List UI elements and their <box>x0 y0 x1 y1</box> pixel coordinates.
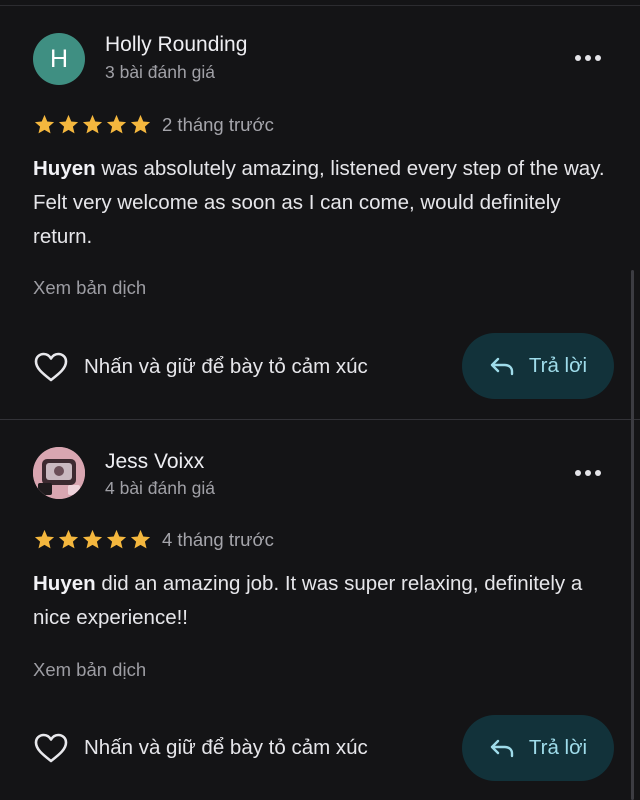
top-divider <box>0 5 640 6</box>
star-rating <box>33 528 152 552</box>
reply-arrow-icon <box>490 357 514 376</box>
review-time: 4 tháng trước <box>162 529 274 550</box>
avatar-letter: H <box>49 44 69 73</box>
reply-label: Trả lời <box>528 354 588 377</box>
react-button[interactable]: Nhấn và giữ để bày tỏ cảm xúc <box>34 347 368 387</box>
react-button[interactable]: Nhấn và giữ để bày tỏ cảm xúc <box>34 728 368 768</box>
translate-link[interactable]: Xem bản dịch <box>33 659 146 681</box>
business-name: Huyen <box>33 157 96 180</box>
review-time: 2 tháng trước <box>162 114 274 135</box>
react-label: Nhấn và giữ để bày tỏ cảm xúc <box>84 736 368 759</box>
star-icon <box>106 114 127 134</box>
more-options-icon[interactable] <box>568 458 608 488</box>
business-name: Huyen <box>33 572 96 595</box>
heart-outline-icon <box>34 733 68 763</box>
heart-outline-icon <box>34 352 68 382</box>
review-card: H Holly Rounding 3 bài đánh giá 2 tháng … <box>0 8 640 419</box>
review-text: Huyen did an amazing job. It was super r… <box>33 567 613 635</box>
star-icon <box>34 114 55 134</box>
star-icon <box>82 114 103 134</box>
reviewer-name[interactable]: Holly Rounding <box>105 33 247 57</box>
react-label: Nhấn và giữ để bày tỏ cảm xúc <box>84 355 368 378</box>
star-icon <box>106 529 127 549</box>
star-icon <box>34 529 55 549</box>
star-icon <box>58 114 79 134</box>
reviewer-name[interactable]: Jess Voixx <box>105 450 204 474</box>
reply-arrow-icon <box>490 739 514 758</box>
review-text: Huyen was absolutely amazing, listened e… <box>33 152 613 254</box>
avatar-photo <box>33 447 85 499</box>
star-icon <box>130 529 151 549</box>
star-icon <box>130 114 151 134</box>
translate-link[interactable]: Xem bản dịch <box>33 277 146 299</box>
more-options-icon[interactable] <box>568 43 608 73</box>
star-icon <box>82 529 103 549</box>
star-icon <box>58 529 79 549</box>
reply-button[interactable]: Trả lời <box>462 333 614 399</box>
review-card: Jess Voixx 4 bài đánh giá 4 tháng trước … <box>0 420 640 800</box>
star-rating <box>33 113 152 137</box>
review-count: 4 bài đánh giá <box>105 478 215 498</box>
review-body: did an amazing job. It was super relaxin… <box>33 572 583 629</box>
review-body: was absolutely amazing, listened every s… <box>33 157 605 248</box>
scrollbar[interactable] <box>631 270 634 800</box>
reply-label: Trả lời <box>528 736 588 759</box>
avatar[interactable]: H <box>33 33 85 85</box>
review-count: 3 bài đánh giá <box>105 62 215 82</box>
avatar[interactable] <box>33 447 85 499</box>
reply-button[interactable]: Trả lời <box>462 715 614 781</box>
